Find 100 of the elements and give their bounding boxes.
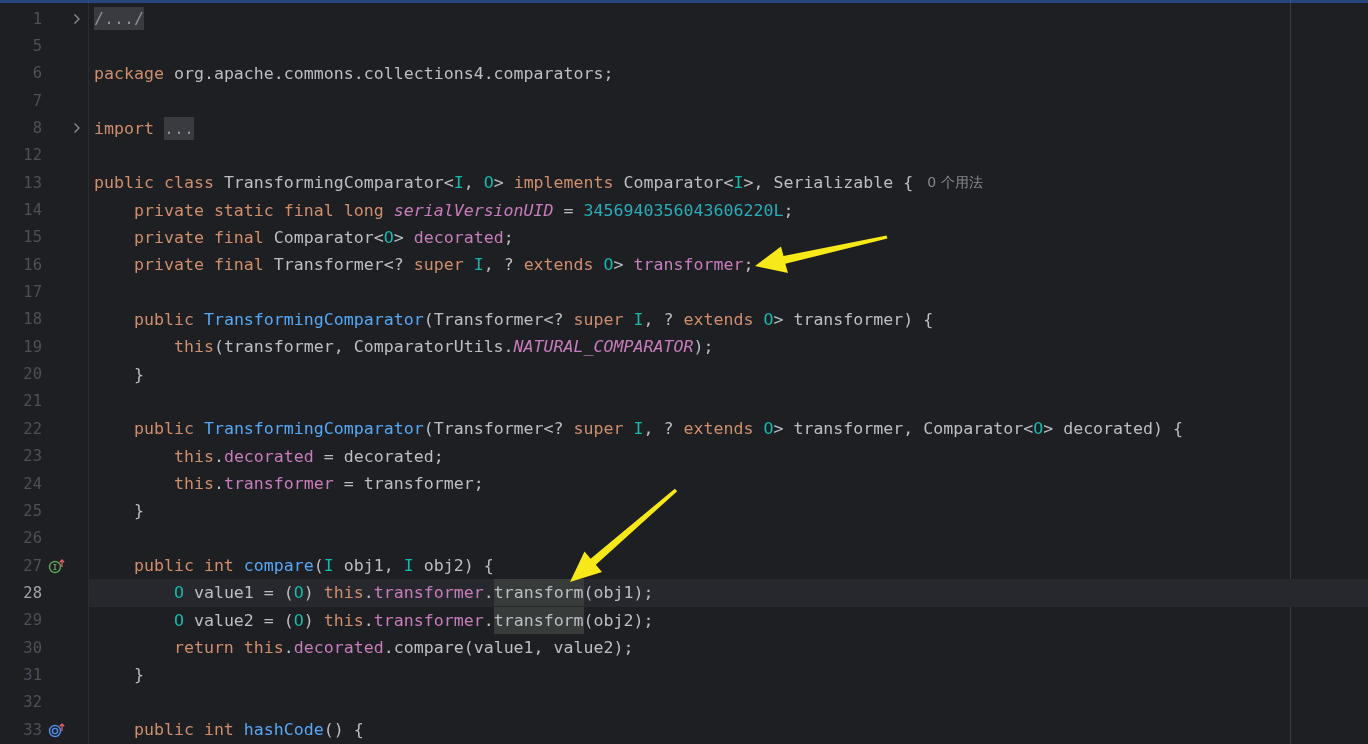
type-parameter: I — [633, 309, 644, 329]
code-text: . — [483, 583, 494, 603]
chevron-right-icon[interactable] — [72, 12, 81, 25]
code-text: > decorated) { — [1043, 419, 1184, 439]
code-text: Comparator< — [272, 227, 384, 247]
code-text: TransformingComparator< — [222, 173, 454, 193]
code-text: , — [463, 173, 475, 193]
code-text: Transformer<? — [272, 255, 405, 275]
type-parameter: O — [172, 583, 184, 603]
method-name: TransformingComparator — [203, 309, 424, 329]
code-text: Comparator< — [622, 173, 734, 193]
keyword-text: return this — [172, 638, 284, 658]
field-name: transformer — [373, 610, 484, 630]
field-name: transformer — [373, 583, 484, 603]
code-text: (Transformer<? — [423, 419, 565, 439]
keyword-text: private final — [132, 255, 264, 275]
field-name: decorated — [293, 638, 384, 658]
type-parameter: O — [293, 610, 304, 630]
code-text: , ? — [483, 255, 515, 275]
code-text: , ? — [643, 419, 675, 439]
keyword-text: public class — [94, 173, 214, 193]
type-parameter: I — [453, 173, 464, 193]
field-name: transformer — [223, 474, 334, 493]
keyword-text: extends — [523, 255, 595, 275]
code-text: >, Serializable { — [743, 173, 914, 193]
keyword-text: super — [573, 309, 625, 329]
method-name: TransformingComparator — [203, 419, 424, 439]
highlighted-usage: transform — [493, 606, 584, 634]
code-text: = transformer; — [342, 474, 484, 493]
code-text: ; — [783, 200, 794, 220]
code-text: > transformer) { — [773, 309, 934, 329]
keyword-text: import — [94, 118, 155, 138]
keyword-text: this — [323, 583, 364, 603]
code-text: . — [213, 446, 224, 466]
code-text: } — [132, 501, 144, 521]
keyword-text: this — [323, 610, 364, 630]
keyword-text: private final — [132, 227, 264, 247]
type-parameter: O — [1033, 419, 1044, 439]
method-name: compare — [243, 556, 314, 576]
keyword-text: this — [172, 446, 214, 466]
type-parameter: O — [172, 610, 184, 630]
usage-hint: 0 个用法 — [927, 173, 983, 192]
code-text: ( — [313, 556, 324, 576]
type-parameter: I — [633, 419, 644, 439]
type-parameter: O — [383, 227, 394, 247]
code-text: ; — [743, 255, 754, 275]
field-name: decorated — [413, 227, 504, 247]
highlighted-usage: transform — [493, 579, 584, 607]
field-name: decorated — [223, 446, 314, 466]
code-text: org.apache.commons.collections4.comparators; — [172, 63, 614, 83]
keyword-text: super — [413, 255, 465, 275]
keyword-text: extends — [683, 309, 755, 329]
keyword-text: package — [94, 63, 164, 83]
keyword-text: implements — [513, 173, 614, 193]
code-text: obj2) { — [422, 556, 494, 576]
code-text: (Transformer<? — [423, 309, 565, 329]
code-text: , ? — [643, 309, 675, 329]
code-text: () { — [323, 720, 364, 740]
code-text: } — [132, 665, 144, 685]
code-text: ; — [503, 227, 514, 247]
type-parameter: O — [483, 173, 494, 193]
code-text: . — [483, 610, 494, 630]
chevron-right-icon[interactable] — [72, 122, 81, 135]
type-parameter: I — [403, 556, 414, 576]
keyword-text: public int — [132, 720, 235, 740]
keyword-text: public — [132, 419, 195, 439]
type-parameter: I — [473, 255, 484, 275]
code-text: . — [283, 638, 294, 658]
code-text: . — [363, 583, 374, 603]
code-text: ) — [303, 610, 315, 630]
code-text: > — [393, 227, 405, 247]
code-text: = — [562, 200, 575, 220]
code-text: (transformer, ComparatorUtils. — [213, 337, 514, 357]
code-text: . — [213, 474, 224, 493]
keyword-text: super — [573, 419, 625, 439]
field-name: transformer — [633, 255, 744, 275]
number-literal: 3456940356043606220L — [583, 200, 784, 220]
folded-region[interactable]: /.../ — [94, 7, 144, 31]
code-text: value1 = ( — [192, 583, 294, 603]
code-text: (obj2); — [583, 610, 654, 630]
overrides-method-icon[interactable] — [48, 721, 66, 738]
code-text: ) — [303, 583, 315, 603]
keyword-text: public int — [132, 556, 235, 576]
keyword-text: public — [132, 309, 195, 329]
type-parameter: O — [763, 419, 774, 439]
type-parameter: O — [763, 309, 774, 329]
code-text: ); — [693, 337, 714, 357]
folded-region[interactable]: ... — [163, 116, 194, 140]
code-text: obj1, — [342, 556, 395, 576]
type-parameter: O — [293, 583, 304, 603]
code-text: } — [132, 364, 144, 384]
implements-method-icon[interactable] — [48, 557, 66, 574]
static-name: NATURAL_COMPARATOR — [513, 337, 694, 357]
code-text: > — [613, 255, 625, 275]
type-parameter: I — [733, 173, 744, 193]
keyword-text: this — [172, 337, 214, 357]
keyword-text: extends — [683, 419, 755, 439]
code-text: > transformer, Comparator< — [773, 419, 1034, 439]
code-text: value2 = ( — [192, 610, 294, 630]
type-parameter: O — [603, 255, 614, 275]
